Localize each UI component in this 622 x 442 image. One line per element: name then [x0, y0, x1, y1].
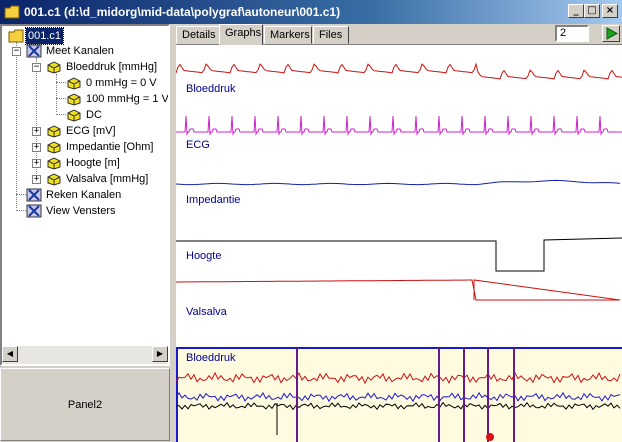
- panel2: Panel2: [0, 368, 170, 441]
- compass-icon: [26, 204, 42, 218]
- close-button[interactable]: ×: [602, 4, 618, 18]
- trace-label-impedantie: Impedantie: [186, 194, 240, 206]
- tree-item-label: 0 mmHg = 0 V: [86, 77, 157, 89]
- panel2-label: Panel2: [67, 399, 103, 411]
- compass-icon: [26, 44, 42, 58]
- tree-item-ecg[interactable]: ECG [mV]: [46, 123, 118, 139]
- trace-label-ecg: ECG: [186, 139, 210, 151]
- expand-toggle[interactable]: +: [32, 143, 41, 152]
- minimize-icon: _: [573, 5, 579, 16]
- yellow-cube-icon: [67, 77, 81, 90]
- scroll-left-icon[interactable]: ◀: [2, 346, 18, 362]
- tree-item-label: View Vensters: [46, 205, 116, 217]
- impedantie-trace: [176, 179, 621, 186]
- tab-details[interactable]: Details: [176, 26, 220, 44]
- play-icon: [606, 27, 619, 40]
- tree-item-label: 001.c1: [24, 27, 65, 45]
- overview-strip[interactable]: [176, 347, 622, 442]
- tree-item-reken-kanalen[interactable]: Reken Kanalen: [26, 187, 123, 203]
- yellow-cube-icon: [47, 157, 61, 170]
- channel-tree[interactable]: 001.c1 − Meet Kanalen − Bloeddruk [mmHg]: [2, 26, 168, 348]
- tree-item-label: Meet Kanalen: [46, 45, 114, 57]
- yellow-cube-icon: [47, 173, 61, 186]
- compass-icon: [26, 188, 42, 202]
- application-window: 001.c1 (d:\d_midorg\mid-data\polygraf\au…: [0, 0, 622, 442]
- tree-item-bloeddruk[interactable]: Bloeddruk [mmHg]: [46, 59, 159, 75]
- yellow-cube-icon: [47, 141, 61, 154]
- valsalva-trace: [176, 279, 621, 301]
- tree-item-label: Impedantie [Ohm]: [66, 141, 154, 153]
- trace-label-hoogte: Hoogte: [186, 250, 221, 262]
- tree-item-label: Bloeddruk [mmHg]: [66, 61, 158, 73]
- tab-markers[interactable]: Markers: [264, 26, 312, 44]
- tree-item-label: Reken Kanalen: [46, 189, 122, 201]
- tree-item-hoogte[interactable]: Hoogte [m]: [46, 155, 122, 171]
- title-bar[interactable]: 001.c1 (d:\d_midorg\mid-data\polygraf\au…: [0, 0, 622, 24]
- tree-connector: [56, 74, 57, 112]
- expand-toggle[interactable]: +: [32, 175, 41, 184]
- yellow-cube-icon: [47, 61, 61, 74]
- vertical-splitter[interactable]: [170, 24, 174, 441]
- tree-connector: [56, 98, 66, 99]
- tree-connector: [16, 42, 17, 208]
- tree-item-cal-100[interactable]: 100 mmHg = 1 V: [66, 91, 168, 107]
- tree-item-dc[interactable]: DC: [66, 107, 104, 123]
- maximize-button[interactable]: □: [584, 4, 600, 18]
- tree-connector: [56, 82, 66, 83]
- tree-connector: [16, 194, 26, 195]
- tree-item-label: Hoogte [m]: [66, 157, 120, 169]
- bloeddruk-trace: [176, 62, 622, 80]
- close-icon: ×: [605, 5, 615, 16]
- expand-toggle[interactable]: +: [32, 159, 41, 168]
- tree-item-label: 100 mmHg = 1 V: [86, 93, 168, 105]
- page-number-input[interactable]: 2: [555, 25, 589, 42]
- expand-toggle[interactable]: +: [32, 127, 41, 136]
- yellow-cube-icon: [47, 125, 61, 138]
- tree-connector: [56, 114, 66, 115]
- tree-item-meet-kanalen[interactable]: Meet Kanalen: [26, 43, 116, 59]
- trace-canvas[interactable]: Bloeddruk ECG Impedantie Hoogte Valsalva…: [176, 45, 622, 442]
- tree-item-root[interactable]: 001.c1: [8, 27, 65, 45]
- collapse-toggle[interactable]: −: [12, 47, 21, 56]
- folder-icon: [8, 29, 24, 43]
- folder-icon: [4, 5, 20, 19]
- tree-item-valsalva[interactable]: Valsalva [mmHg]: [46, 171, 150, 187]
- maximize-icon: □: [587, 5, 597, 16]
- graph-panel[interactable]: Bloeddruk ECG Impedantie Hoogte Valsalva…: [176, 44, 622, 442]
- tree-connector: [16, 210, 26, 211]
- tab-files[interactable]: Files: [313, 26, 349, 44]
- collapse-toggle[interactable]: −: [32, 63, 41, 72]
- tree-horizontal-scrollbar[interactable]: ◀ ▶: [2, 346, 168, 364]
- hoogte-trace: [176, 237, 622, 272]
- minimize-button[interactable]: _: [568, 4, 584, 18]
- tree-item-label: Valsalva [mmHg]: [66, 173, 149, 185]
- play-button[interactable]: [602, 25, 620, 42]
- position-cursor[interactable]: [486, 433, 494, 441]
- tree-item-impedantie[interactable]: Impedantie [Ohm]: [46, 139, 155, 155]
- yellow-cube-icon: [67, 109, 81, 122]
- tree-item-label: DC: [86, 109, 102, 121]
- tree-item-view-vensters[interactable]: View Vensters: [26, 203, 118, 219]
- yellow-cube-icon: [67, 93, 81, 106]
- tree-item-cal-0[interactable]: 0 mmHg = 0 V: [66, 75, 159, 91]
- trace-label-bloeddruk: Bloeddruk: [186, 83, 236, 95]
- scroll-right-icon[interactable]: ▶: [152, 346, 168, 362]
- tab-graphs[interactable]: Graphs: [219, 24, 263, 45]
- ecg-trace: [176, 115, 622, 136]
- tree-item-label: ECG [mV]: [66, 125, 116, 137]
- window-title: 001.c1 (d:\d_midorg\mid-data\polygraf\au…: [24, 5, 341, 19]
- trace-label-valsalva: Valsalva: [186, 306, 228, 318]
- channel-tree-panel: 001.c1 − Meet Kanalen − Bloeddruk [mmHg]: [0, 24, 170, 366]
- overview-label: Bloeddruk: [186, 352, 236, 364]
